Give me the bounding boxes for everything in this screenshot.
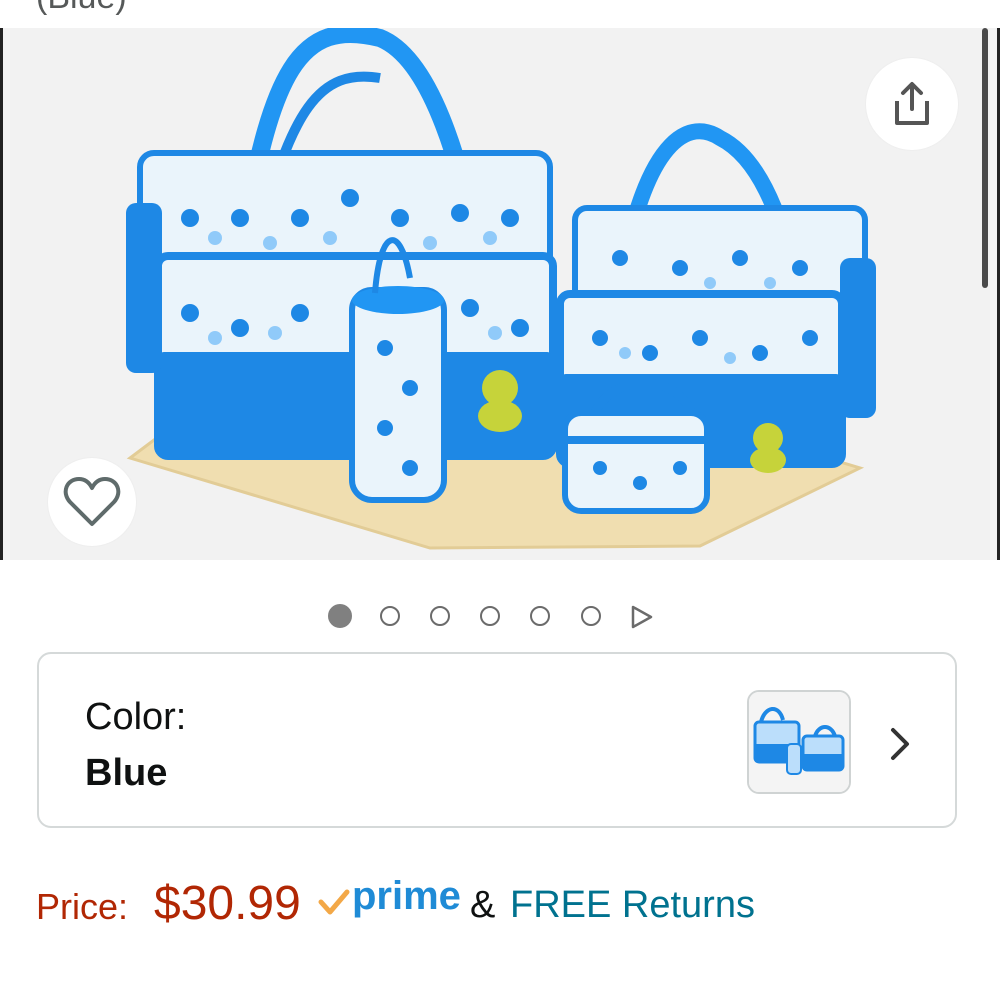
color-variation-selector[interactable]: Color: Blue: [37, 652, 957, 828]
top-strip: (Blue): [0, 0, 1000, 28]
wishlist-button[interactable]: [48, 458, 136, 546]
color-swatch-thumbnail[interactable]: [747, 690, 851, 794]
color-label: Color:: [85, 696, 187, 738]
share-button[interactable]: [866, 58, 958, 150]
pagination-dot-4[interactable]: [480, 606, 500, 626]
color-value: Blue: [85, 752, 168, 794]
product-title-clipped: (Blue): [36, 0, 127, 17]
pagination-dot-3[interactable]: [430, 606, 450, 626]
free-returns-link[interactable]: FREE Returns: [510, 884, 755, 927]
page-scrollbar[interactable]: [982, 28, 988, 288]
product-image-gallery[interactable]: [0, 28, 1000, 560]
play-triangle-icon[interactable]: [630, 604, 654, 630]
image-pagination: [0, 598, 1000, 638]
pagination-dot-2[interactable]: [380, 606, 400, 626]
chevron-right-icon[interactable]: [887, 726, 913, 762]
product-image[interactable]: [0, 28, 1000, 560]
heart-outline-icon: [63, 477, 121, 526]
prime-check-icon: [318, 889, 350, 915]
pagination-dot-6[interactable]: [581, 606, 601, 626]
pagination-dot-5[interactable]: [530, 606, 550, 626]
price-label: Price:: [36, 886, 129, 927]
price-value: $30.99: [154, 877, 301, 930]
share-icon: [895, 82, 929, 125]
prime-logo[interactable]: prime: [352, 874, 461, 919]
swatch-image: [749, 692, 849, 792]
ampersand: &: [470, 884, 496, 926]
pagination-dot-1[interactable]: [328, 604, 352, 628]
